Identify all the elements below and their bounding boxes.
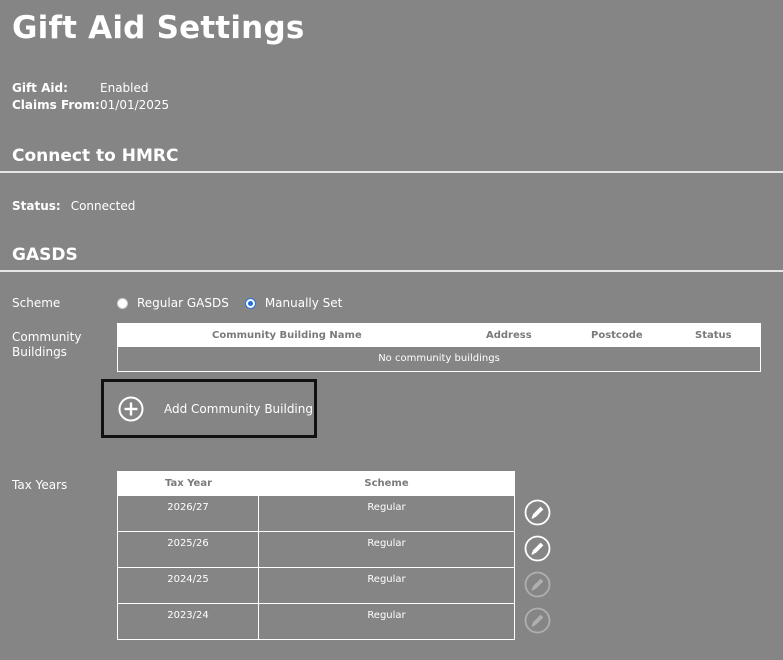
community-buildings-table: Community Building Name Address Postcode…	[117, 323, 761, 372]
tax-year-cell: 2023/24	[118, 604, 259, 639]
edit-tax-year-2025-26-button[interactable]	[524, 535, 551, 562]
scheme-cell: Regular	[367, 574, 406, 585]
pencil-circle-icon	[524, 571, 551, 598]
pencil-circle-icon	[524, 535, 551, 562]
tax-years-table-header: Tax Year Scheme	[118, 472, 514, 495]
radio-manually-set[interactable]	[244, 298, 256, 309]
gasds-divider	[0, 270, 783, 272]
gasds-section-title: GASDS	[12, 245, 78, 265]
gift-aid-row: Gift Aid: Enabled	[12, 80, 149, 97]
edit-tax-year-2026-27-button[interactable]	[524, 499, 551, 526]
scheme-option-regular-label: Regular GASDS	[137, 296, 229, 310]
gift-aid-label: Gift Aid:	[12, 81, 68, 95]
hmrc-status-label: Status:	[12, 199, 61, 213]
community-buildings-empty: No community buildings	[378, 353, 500, 364]
community-buildings-label: Community Buildings	[12, 330, 81, 360]
tax-year-cell: 2024/25	[118, 568, 259, 603]
claims-from-row: Claims From: 01/01/2025	[12, 97, 169, 114]
add-community-building-label: Add Community Building	[164, 401, 313, 416]
community-buildings-label-line1: Community	[12, 330, 82, 344]
tax-year-cell: 2025/26	[118, 532, 259, 567]
tax-year-cell: 2026/27	[118, 496, 259, 531]
community-buildings-table-header: Community Building Name Address Postcode…	[118, 324, 760, 347]
header-scheme: Scheme	[364, 478, 409, 489]
table-row: 2023/24 Regular	[118, 603, 514, 639]
add-community-building-button[interactable]: Add Community Building	[101, 379, 317, 438]
pencil-circle-icon	[524, 607, 551, 634]
scheme-option-regular[interactable]: Regular GASDS	[117, 295, 229, 312]
header-postcode[interactable]: Postcode	[591, 330, 643, 341]
gift-aid-value: Enabled	[100, 81, 149, 95]
page-title: Gift Aid Settings	[12, 10, 305, 46]
tax-years-table: Tax Year Scheme 2026/27 Regular 2025/26 …	[117, 471, 515, 640]
header-address[interactable]: Address	[486, 330, 532, 341]
pencil-circle-icon	[524, 499, 551, 526]
scheme-cell: Regular	[367, 538, 406, 549]
table-row: 2024/25 Regular	[118, 567, 514, 603]
claims-from-value: 01/01/2025	[100, 98, 170, 112]
hmrc-divider	[0, 171, 783, 173]
claims-from-label: Claims From:	[12, 98, 100, 112]
header-community-building-name[interactable]: Community Building Name	[212, 330, 362, 341]
table-row: 2026/27 Regular	[118, 495, 514, 531]
community-buildings-label-line2: Buildings	[12, 345, 67, 359]
scheme-option-manual-label: Manually Set	[264, 296, 343, 310]
tax-years-label: Tax Years	[12, 478, 68, 492]
hmrc-status-row: Status: Connected	[12, 198, 135, 215]
header-tax-year: Tax Year	[165, 478, 212, 489]
scheme-cell: Regular	[367, 610, 406, 621]
edit-tax-year-2024-25-button	[524, 571, 551, 598]
hmrc-status-value: Connected	[70, 199, 136, 213]
scheme-cell: Regular	[367, 502, 406, 513]
edit-tax-year-2023-24-button	[524, 607, 551, 634]
hmrc-section-title: Connect to HMRC	[12, 146, 179, 166]
scheme-label: Scheme	[12, 296, 61, 310]
radio-regular-gasds[interactable]	[117, 298, 128, 309]
scheme-radio-group: Regular GASDS Manually Set	[117, 295, 358, 312]
plus-circle-icon	[118, 396, 144, 421]
header-status[interactable]: Status	[695, 330, 732, 341]
table-row: 2025/26 Regular	[118, 531, 514, 567]
scheme-option-manual[interactable]: Manually Set	[244, 295, 343, 312]
